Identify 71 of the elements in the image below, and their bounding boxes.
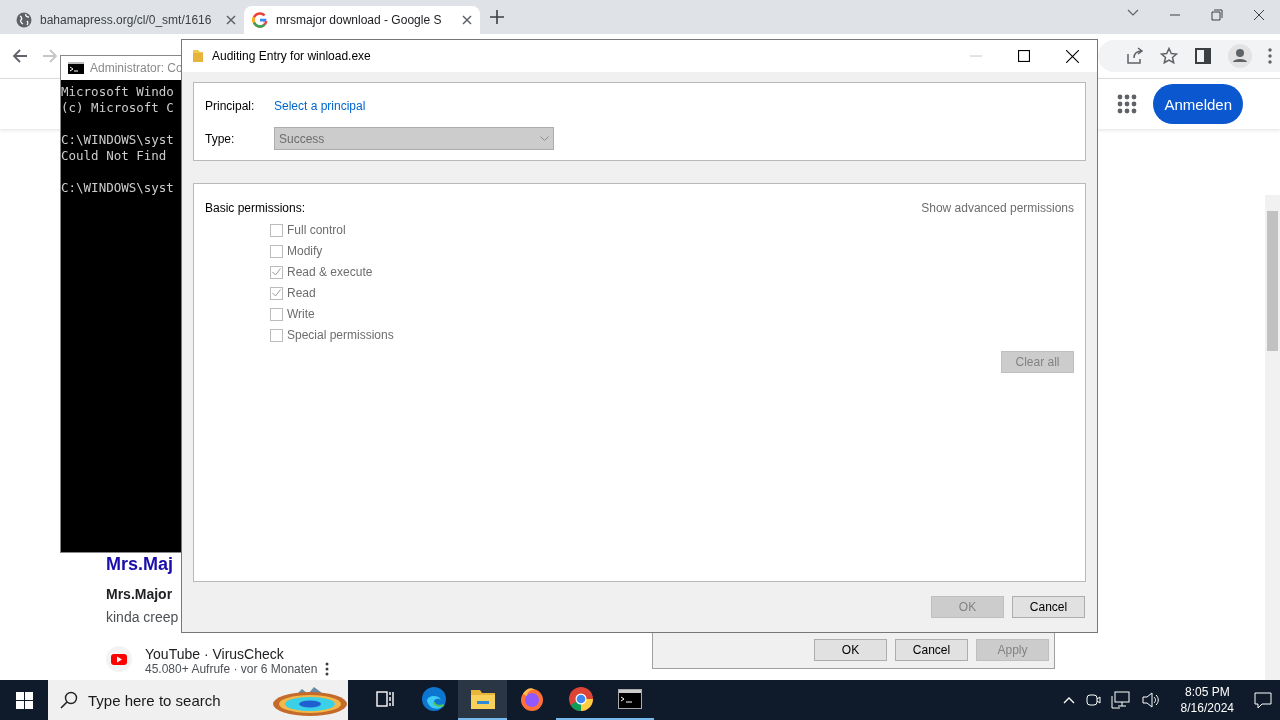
section-label: Basic permissions: [205,201,306,215]
clock-time: 8:05 PM [1184,684,1230,700]
console-line: Could Not Find [61,148,167,164]
play-logo-icon [106,646,132,672]
select-principal-link[interactable]: Select a principal [274,99,366,113]
chevron-down-icon [540,135,549,142]
chevron-down-icon[interactable] [1127,9,1139,17]
checkbox-label: Modify [287,244,323,258]
folder-icon [192,49,204,63]
scrollbar[interactable] [1265,195,1280,680]
console-icon [68,62,84,74]
edge-icon[interactable] [420,686,447,712]
field-label: Type: [205,131,235,146]
side-panel-icon[interactable] [1194,47,1212,65]
more-vertical-icon[interactable] [1268,48,1272,64]
star-icon[interactable] [1160,47,1178,65]
browser-tab[interactable]: mrsmajor download - Google S [244,6,480,34]
firefox-icon[interactable] [518,686,545,712]
checkbox-label: Read & execute [287,265,373,279]
console-line: (c) Microsoft C [61,100,174,116]
folder-icon[interactable] [469,688,496,710]
globe-icon [16,12,32,28]
search-icon [60,691,78,709]
restore-icon[interactable] [1211,9,1223,21]
console-line: C:\WINDOWS\syst [61,132,174,148]
dialog-button[interactable]: OK [814,639,887,661]
apps-grid-icon[interactable] [1117,94,1138,114]
share-icon[interactable] [1126,47,1144,65]
console-line: Microsoft Windo [61,84,174,100]
camera-icon[interactable] [1084,691,1101,709]
result-source: Mrs.Major [106,586,173,602]
notification-icon[interactable] [1254,691,1272,709]
sign-in-button[interactable]: Anmelden [1153,84,1243,124]
dialog-title: Auditing Entry for winload.exe [212,49,371,63]
chrome-icon[interactable] [567,686,594,712]
checkbox-label: Read [287,286,316,300]
network-icon[interactable] [1110,691,1131,709]
checkbox-label: Write [287,307,315,321]
scrollbar-thumb[interactable] [1267,211,1278,351]
result-snippet: kinda creep [106,609,179,625]
console-icon[interactable] [617,689,642,709]
volume-icon[interactable] [1140,691,1161,709]
profile-icon[interactable] [1228,44,1252,68]
back-arrow-icon[interactable] [12,48,28,64]
windows-logo-icon [15,691,33,709]
taskbar-search-field[interactable]: Type here to search [48,680,348,720]
video-source: YouTube · VirusCheck [145,646,285,662]
console-line: C:\WINDOWS\syst [61,180,174,196]
clock-date: 8/16/2024 [1180,700,1234,716]
video-meta: 45.080+ Aufrufe · vor 6 Monaten [145,662,318,676]
browser-tab[interactable]: bahamapress.org/cl/0_smt/1616 [8,6,244,34]
result-title[interactable]: Mrs.Maj [106,554,174,574]
advanced-permissions-link[interactable]: Show advanced permissions [921,201,1074,215]
field-label: Principal: [205,99,255,113]
more-vertical-icon[interactable] [325,662,330,676]
task-view-icon[interactable] [374,689,395,709]
checkmark-icon [272,289,281,297]
maximize-icon[interactable] [1018,49,1030,62]
dialog-button[interactable]: Cancel [895,639,968,661]
checkbox-label: Full control [287,223,346,237]
checkbox-label: Special permissions [287,328,394,342]
clock[interactable]: 8:05 PM 8/16/2024 [1180,684,1234,716]
chevron-up-icon[interactable] [1062,696,1075,704]
checkmark-icon [272,268,281,276]
new-tab-icon[interactable] [490,10,504,24]
g-logo-icon [252,12,268,28]
close-icon[interactable] [1066,49,1079,63]
dialog-button[interactable]: Cancel [1012,596,1085,618]
close-icon[interactable] [462,15,472,25]
taskbar-app[interactable] [458,680,507,720]
close-icon[interactable] [1253,9,1265,21]
